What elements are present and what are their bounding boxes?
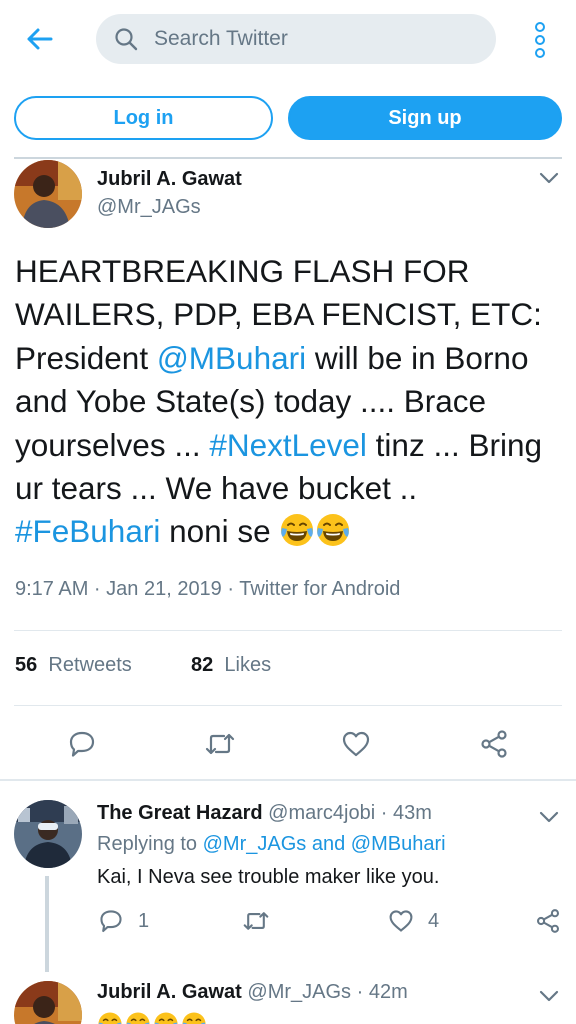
reply-button[interactable]: 1 <box>98 906 149 936</box>
tweet-emojis <box>279 513 351 549</box>
mention-link[interactable]: @MBuhari <box>157 340 306 376</box>
face-with-tears-of-joy-emoji <box>98 1012 122 1024</box>
like-button[interactable] <box>336 724 376 764</box>
chevron-down-icon[interactable] <box>539 989 559 1003</box>
reply-actions: 1 4 <box>0 906 576 938</box>
tweet-text-segment: noni se <box>160 513 280 550</box>
replying-and: and <box>306 833 351 855</box>
author-handle[interactable]: @Mr_JAGs <box>97 196 201 219</box>
reply-author-handle: @Mr_JAGs <box>247 981 352 1003</box>
reply-author-line[interactable]: The Great Hazard @marc4jobi · 43m <box>97 802 432 825</box>
mention-link[interactable]: @Mr_JAGs <box>203 833 307 855</box>
reply-author-line[interactable]: Jubril A. Gawat @Mr_JAGs · 42m <box>97 981 408 1004</box>
chevron-down-icon[interactable] <box>539 810 559 824</box>
hashtag-link[interactable]: #FeBuhari <box>15 513 160 549</box>
likes-stat[interactable]: 82 Likes <box>191 654 271 677</box>
like-count: 4 <box>428 909 440 932</box>
search-box[interactable] <box>96 14 496 64</box>
retweets-stat[interactable]: 56 Retweets <box>15 654 132 677</box>
divider <box>14 705 562 706</box>
retweet-button[interactable] <box>200 724 240 764</box>
back-button[interactable] <box>22 22 56 56</box>
tweet-actions <box>0 724 576 764</box>
retweets-label: Retweets <box>48 654 132 676</box>
share-button[interactable] <box>535 906 561 936</box>
avatar[interactable] <box>14 981 82 1024</box>
speech-bubble-icon <box>100 910 122 933</box>
reply-timestamp: · 43m <box>380 802 432 824</box>
reply-timestamp: · 42m <box>356 981 408 1003</box>
divider <box>0 779 576 781</box>
chevron-down-icon[interactable] <box>539 171 559 185</box>
replying-prefix: Replying to <box>97 833 203 855</box>
share-button[interactable] <box>474 724 514 764</box>
reply-author-name: The Great Hazard <box>97 802 263 824</box>
reply-text: Kai, I Neva see trouble maker like you. <box>97 866 440 888</box>
retweets-count: 56 <box>15 654 38 676</box>
replying-to: Replying to @Mr_JAGs and @MBuhari <box>97 833 446 856</box>
overflow-menu-button[interactable] <box>528 22 552 58</box>
top-bar <box>0 0 576 80</box>
reply-author-name: Jubril A. Gawat <box>97 981 242 1003</box>
likes-label: Likes <box>224 654 272 676</box>
share-icon <box>536 909 560 933</box>
face-with-tears-of-joy-emoji <box>154 1012 178 1024</box>
heart-icon <box>342 731 370 757</box>
vertical-dots-icon <box>535 22 545 32</box>
heart-icon <box>389 910 413 932</box>
reply-emojis <box>97 1011 209 1024</box>
login-button[interactable]: Log in <box>14 96 273 140</box>
avatar[interactable] <box>14 160 82 228</box>
face-with-tears-of-joy-emoji <box>126 1012 150 1024</box>
mention-link[interactable]: @MBuhari <box>351 833 446 855</box>
author-name[interactable]: Jubril A. Gawat <box>97 168 242 191</box>
share-icon <box>481 730 507 758</box>
divider <box>14 157 562 159</box>
arrow-left-icon <box>27 28 53 50</box>
retweet-button[interactable] <box>242 906 284 936</box>
reply-author-handle: @marc4jobi <box>268 802 376 824</box>
tweet-text: HEARTBREAKING FLASH FOR WAILERS, PDP, EB… <box>15 250 565 554</box>
retweet-icon <box>205 733 235 755</box>
reply-count: 1 <box>138 909 150 932</box>
retweet-icon <box>243 912 269 930</box>
divider <box>14 630 562 631</box>
reply-button[interactable] <box>62 724 102 764</box>
face-with-tears-of-joy-emoji <box>182 1012 206 1024</box>
like-button[interactable]: 4 <box>388 906 439 936</box>
speech-bubble-icon <box>69 731 95 757</box>
face-with-tears-of-joy-emoji <box>317 514 350 547</box>
search-icon <box>115 28 138 51</box>
face-with-tears-of-joy-emoji <box>281 514 314 547</box>
tweet-meta: 9:17 AM · Jan 21, 2019 · Twitter for And… <box>15 578 401 600</box>
search-input[interactable] <box>154 14 474 64</box>
avatar[interactable] <box>14 800 82 868</box>
hashtag-link[interactable]: #NextLevel <box>209 427 367 463</box>
likes-count: 82 <box>191 654 214 676</box>
auth-bar: Log in Sign up <box>0 96 576 142</box>
signup-button[interactable]: Sign up <box>288 96 562 140</box>
